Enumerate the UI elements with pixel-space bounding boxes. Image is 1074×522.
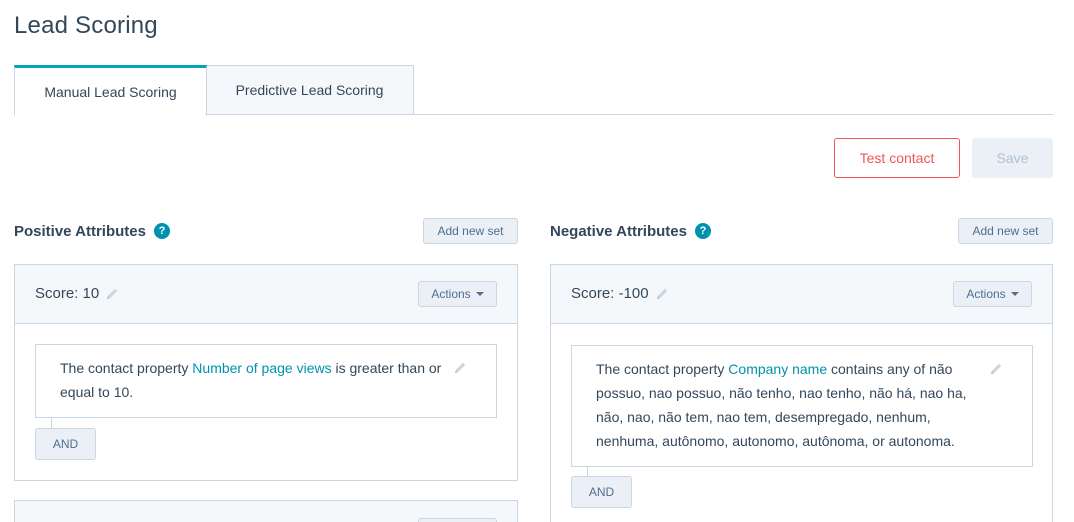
negative-and-button[interactable]: AND	[571, 476, 632, 508]
question-circle-icon[interactable]: ?	[153, 223, 170, 239]
actions-button-partial[interactable]	[418, 518, 497, 522]
page-title: Lead Scoring	[14, 12, 158, 39]
criteria-property-link[interactable]: Company name	[728, 361, 827, 377]
negative-actions-label: Actions	[966, 287, 1006, 301]
pencil-icon[interactable]	[452, 360, 468, 376]
pencil-icon[interactable]	[104, 286, 120, 302]
positive-actions-label: Actions	[431, 287, 471, 301]
negative-score-label: Score: -100	[571, 285, 649, 302]
pencil-icon[interactable]	[654, 286, 670, 302]
positive-set-header: Score: 10 Actions	[15, 265, 517, 324]
question-circle-icon[interactable]: ?	[694, 223, 711, 239]
positive-score: Score: 10	[35, 285, 120, 302]
add-positive-set-button[interactable]: Add new set	[423, 218, 518, 244]
negative-set-card: Score: -100 Actions The contact property…	[550, 264, 1053, 522]
tab-manual-lead-scoring[interactable]: Manual Lead Scoring	[14, 65, 207, 116]
positive-attributes-title: Positive Attributes	[14, 222, 146, 240]
positive-score-label: Score: 10	[35, 285, 100, 302]
positive-set-card-partial	[14, 500, 518, 522]
negative-score: Score: -100	[571, 285, 670, 302]
criteria-prefix: The contact property	[60, 360, 193, 376]
test-contact-button[interactable]: Test contact	[834, 138, 960, 178]
add-negative-set-button[interactable]: Add new set	[958, 218, 1053, 244]
tab-predictive-lead-scoring[interactable]: Predictive Lead Scoring	[206, 65, 414, 115]
positive-set-card: Score: 10 Actions The contact property N…	[14, 264, 518, 481]
negative-attributes-title: Negative Attributes	[550, 222, 687, 240]
positive-criteria: The contact property Number of page view…	[35, 344, 497, 418]
negative-actions-button[interactable]: Actions	[953, 281, 1032, 307]
pencil-icon[interactable]	[988, 361, 1004, 377]
save-button[interactable]: Save	[972, 138, 1053, 178]
caret-down-icon	[1010, 292, 1019, 296]
negative-set-header: Score: -100 Actions	[551, 265, 1052, 324]
negative-attributes-header: Negative Attributes ?	[550, 218, 711, 244]
tab-bar: Predictive Lead Scoring Manual Lead Scor…	[14, 65, 1053, 116]
positive-actions-button[interactable]: Actions	[418, 281, 497, 307]
criteria-property-link[interactable]: Number of page views	[192, 360, 331, 376]
positive-attributes-header: Positive Attributes ?	[14, 218, 170, 244]
positive-and-button[interactable]: AND	[35, 428, 96, 460]
negative-criteria: The contact property Company name contai…	[571, 345, 1033, 467]
criteria-prefix: The contact property	[596, 361, 729, 377]
caret-down-icon	[475, 292, 484, 296]
